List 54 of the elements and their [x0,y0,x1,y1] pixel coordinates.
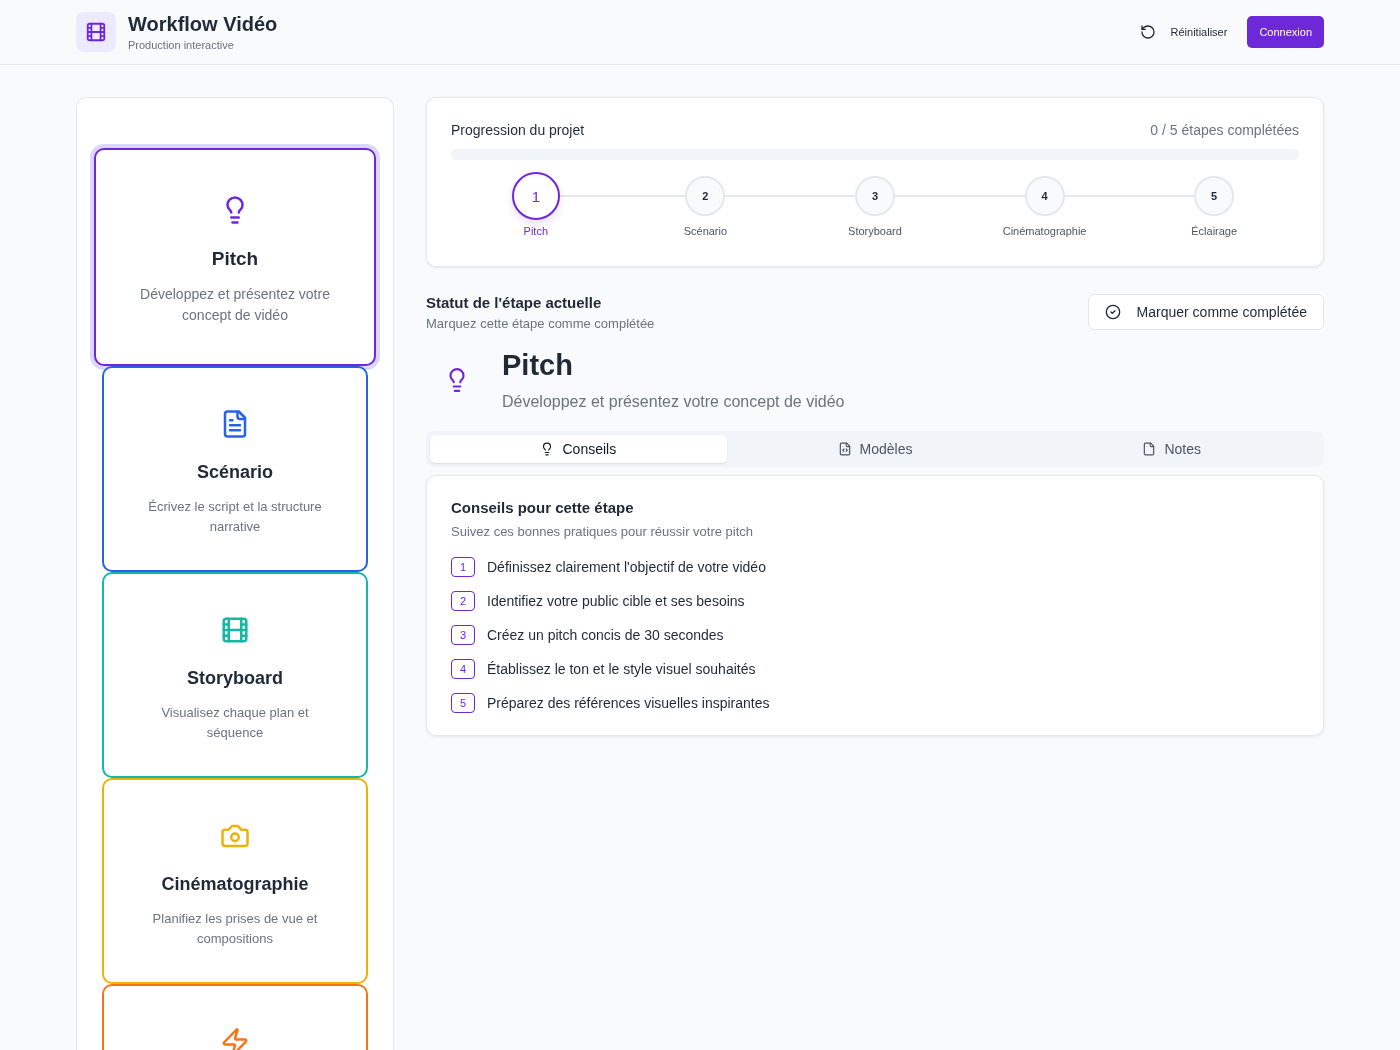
tip-text: Créez un pitch concis de 30 secondes [487,627,724,643]
tip-text: Établissez le ton et le style visuel souhaités [487,661,756,677]
step-card[interactable]: Scénario Écrivez le script et la structure narrative [102,366,368,572]
step-label: Cinématographie [1002,225,1087,237]
step-circle[interactable]: 5 [1194,176,1235,216]
file-icon [1142,442,1157,456]
lightning-icon [220,1027,250,1050]
step-description: Développez et présentez votre concept de vidéo [502,393,845,411]
app-title: Workflow Vidéo [128,13,278,36]
number-badge: 5 [451,693,475,713]
card-description: Planifiez les prises de vue et compositions [151,910,319,948]
login-button[interactable]: Connexion [1247,16,1324,48]
number-badge: 4 [451,659,475,679]
step-card[interactable]: Storyboard Visualisez chaque plan et séquence [102,572,368,778]
card-description: Écrivez le script et la structure narrative [147,498,323,536]
card-description: Visualisez chaque plan et séquence [160,704,310,742]
status-subtitle: Marquez cette étape comme complétée [426,316,655,331]
mark-complete-button[interactable]: Marquer comme complétée [1087,294,1324,330]
number-badge: 3 [451,625,475,645]
step-label: Scénario [683,225,728,237]
step-title: Pitch [502,349,574,382]
progress-title: Progression du projet [451,122,585,138]
card-title: Scénario [196,462,273,483]
tab[interactable]: Modèles [726,435,1024,463]
film-logo-icon [76,12,116,52]
step-label: Storyboard [848,225,902,237]
status-title: Statut de l'étape actuelle [426,294,603,311]
tab[interactable]: Notes [1023,435,1320,463]
film-icon [220,615,250,645]
number-badge: 2 [451,591,475,611]
tips-subtitle: Suivez ces bonnes pratiques pour réussir votre pitch [451,524,755,539]
progress-count: 0 / 5 étapes complétées [1150,122,1299,138]
tip-text: Préparez des références visuelles inspirantes [487,695,770,711]
card-description: Développez et présentez votre concept de vidéo [139,285,331,325]
tips-title: Conseils pour cette étape [451,499,635,516]
step-circle[interactable]: 4 [1024,176,1065,216]
tab[interactable]: Conseils [430,435,727,463]
number-badge: 1 [451,557,475,577]
step-label: Pitch [523,225,549,237]
card-title: Pitch [211,248,259,270]
step-label: Éclairage [1191,225,1238,237]
code-file-icon [837,442,852,456]
step-card[interactable]: Cinématographie Planifiez les prises de vue et compositions [102,778,368,984]
step-circle[interactable]: 1 [511,172,560,220]
step-circle[interactable]: 2 [685,176,726,216]
tip-text: Définissez clairement l'objectif de votre vidéo [487,559,766,575]
step-circle[interactable]: 3 [855,176,895,216]
app-subtitle: Production interactive [128,39,235,51]
card-title: Cinématographie [161,874,309,895]
reset-button[interactable]: Réinitialiser [1129,16,1238,48]
reset-icon [1139,24,1156,40]
tip-text: Identifiez votre public cible et ses besoins [487,593,745,609]
card-title: Storyboard [187,668,283,689]
check-circle-icon [1104,304,1121,320]
